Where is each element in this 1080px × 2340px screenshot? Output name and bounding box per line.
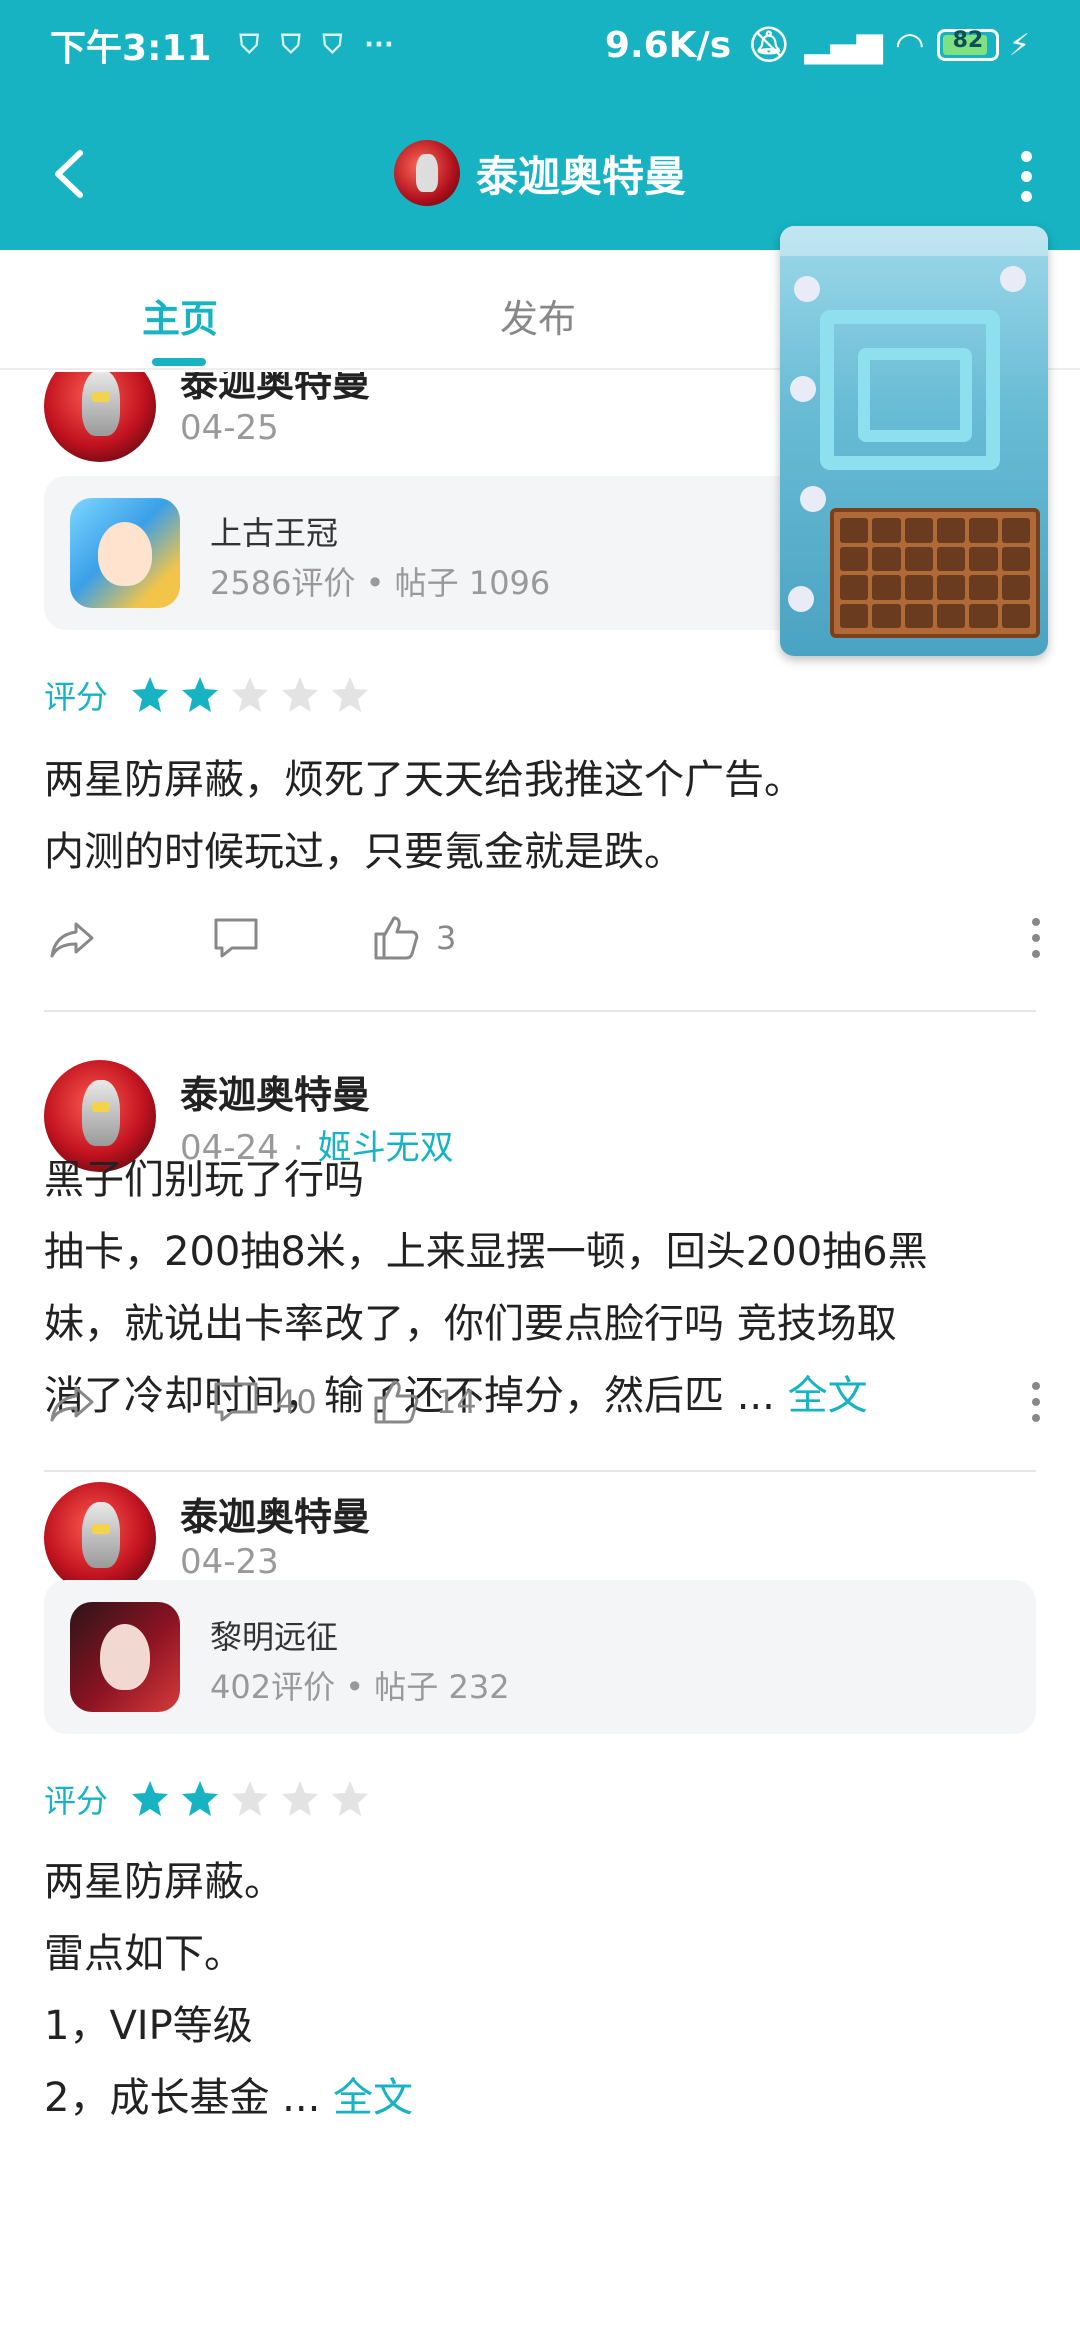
post-actions: 3 (0, 912, 1080, 972)
full-text-link[interactable]: 全文 (333, 2075, 413, 2121)
post-date: 04-23 (180, 1542, 279, 1582)
star-empty-icon (282, 1781, 319, 1816)
avatar[interactable] (44, 1482, 156, 1594)
tab-indicator (152, 358, 206, 366)
decor (790, 376, 816, 402)
share-button[interactable] (46, 912, 112, 964)
game-name: 黎明远征 (210, 1618, 339, 1656)
video-hud (780, 226, 1048, 256)
share-icon (50, 1386, 94, 1422)
star-empty-icon (232, 677, 269, 712)
divider (44, 1470, 1036, 1472)
app-bar: 泰迦奥特曼 (0, 120, 1080, 230)
post-date: 04-25 (180, 408, 279, 448)
rating-label: 评分 (44, 1782, 109, 1820)
battery-level: 82 (952, 28, 984, 53)
post-body[interactable]: 两星防屏蔽。 雷点如下。 1，VIP等级 2，成长基金 ... 全文 (44, 1846, 1044, 2134)
star-filled-icon (132, 677, 169, 712)
post-line: 两星防屏蔽，烦死了天天给我推这个广告。 (44, 757, 804, 803)
post-author[interactable]: 泰迦奥特曼 (180, 1486, 370, 1541)
post-line: 2，成长基金 ... (44, 2075, 334, 2121)
star-empty-icon (232, 1781, 269, 1816)
game-icon (70, 498, 180, 608)
game-stats: 2586评价 • 帖子 1096 (210, 564, 551, 602)
rating-stars (130, 675, 380, 715)
post-actions: 40 14 (0, 1376, 1080, 1436)
comment-icon (214, 1382, 258, 1422)
like-button[interactable]: 3 (370, 912, 456, 964)
avatar[interactable] (44, 372, 156, 462)
game-stats: 402评价 • 帖子 232 (210, 1668, 510, 1706)
game-map (820, 310, 1000, 470)
wifi-icon: ◠ (896, 25, 923, 65)
thumbs-up-icon (374, 916, 419, 960)
post-line: 妹，就说出卡率改了，你们要点脸行吗 竞技场取 (44, 1301, 897, 1347)
post-body[interactable]: 两星防屏蔽，烦死了天天给我推这个广告。 内测的时候玩过，只要氪金就是跌。 (44, 744, 1044, 888)
like-count: 3 (436, 919, 457, 957)
decor (800, 486, 826, 512)
rating-row: 评分 (44, 672, 380, 718)
more-notifications: ··· (364, 30, 394, 60)
post-author[interactable]: 泰迦奥特曼 (180, 1064, 370, 1119)
game-name: 上古王冠 (210, 514, 339, 552)
avatar (393, 140, 460, 206)
star-filled-icon (132, 1781, 169, 1816)
more-dot (1020, 150, 1032, 162)
feed[interactable]: 泰迦奥特曼 04-25 上古王冠 2586评价 • 帖子 1096 评分 两星防… (0, 372, 1080, 2340)
rating-label: 评分 (44, 678, 109, 716)
post-line: 黑子们别玩了行吗 (44, 1157, 364, 1203)
floating-video-player[interactable] (780, 226, 1048, 656)
mute-bell-icon: 🔕︎ (747, 25, 791, 65)
shield-icon: ⛉ (239, 29, 260, 60)
game-icon (70, 1602, 180, 1712)
post-line: 内测的时候玩过，只要氪金就是跌。 (44, 829, 684, 875)
game-inventory (830, 508, 1040, 638)
shield-icon: ⛉ (322, 29, 343, 60)
post-more-button[interactable] (1032, 918, 1040, 958)
star-empty-icon (332, 1781, 369, 1816)
tab-home[interactable]: 主页 (142, 288, 218, 343)
comment-button[interactable] (210, 912, 276, 964)
star-empty-icon (332, 677, 369, 712)
divider (44, 1010, 1036, 1012)
rating-stars (130, 1779, 380, 1819)
tab-publish[interactable]: 发布 (500, 288, 576, 343)
comment-count: 40 (276, 1383, 317, 1421)
decor (1000, 266, 1026, 292)
post-line: 抽卡，200抽8米，上来显摆一顿，回头200抽6黑 (44, 1229, 928, 1275)
star-empty-icon (282, 677, 319, 712)
star-filled-icon (182, 677, 219, 712)
share-button[interactable] (46, 1376, 112, 1428)
post-more-button[interactable] (1032, 1382, 1040, 1422)
more-dot (1020, 190, 1032, 202)
header: 下午3:11 ⛉ ⛉ ⛉ ··· 9.6K/s 🔕︎ ▂▄▆ ◠ 82 ⚡ 泰迦… (0, 0, 1080, 250)
rating-row: 评分 (44, 1776, 380, 1822)
shield-icon: ⛉ (281, 29, 301, 60)
thumbs-up-icon (374, 1380, 419, 1424)
comment-button[interactable]: 40 (210, 1376, 317, 1428)
post-line: 雷点如下。 (44, 1931, 244, 1977)
status-bar: 下午3:11 ⛉ ⛉ ⛉ ··· 9.6K/s 🔕︎ ▂▄▆ ◠ 82 ⚡ (0, 0, 1080, 90)
page-title-text: 泰迦奥特曼 (475, 151, 686, 201)
battery-icon: 82 (936, 28, 999, 61)
comment-icon (214, 918, 258, 958)
status-time: 下午3:11 (50, 28, 212, 69)
like-count: 14 (436, 1383, 477, 1421)
decor (794, 276, 820, 302)
network-speed: 9.6K/s (604, 24, 732, 66)
game-card[interactable]: 黎明远征 402评价 • 帖子 232 (44, 1580, 1036, 1734)
post-line: 两星防屏蔽。 (44, 1859, 284, 1905)
post-line: 1，VIP等级 (44, 2003, 253, 2049)
more-dot (1020, 170, 1032, 182)
more-options-button[interactable] (1006, 146, 1046, 206)
decor (788, 586, 814, 612)
page-title: 泰迦奥特曼 (0, 138, 1080, 208)
like-button[interactable]: 14 (370, 1376, 477, 1428)
post-author[interactable]: 泰迦奥特曼 (180, 372, 370, 407)
charging-icon: ⚡ (1008, 27, 1030, 63)
star-filled-icon (182, 1781, 219, 1816)
signal-icon: ▂▄▆ (804, 25, 883, 65)
share-icon (50, 922, 94, 958)
